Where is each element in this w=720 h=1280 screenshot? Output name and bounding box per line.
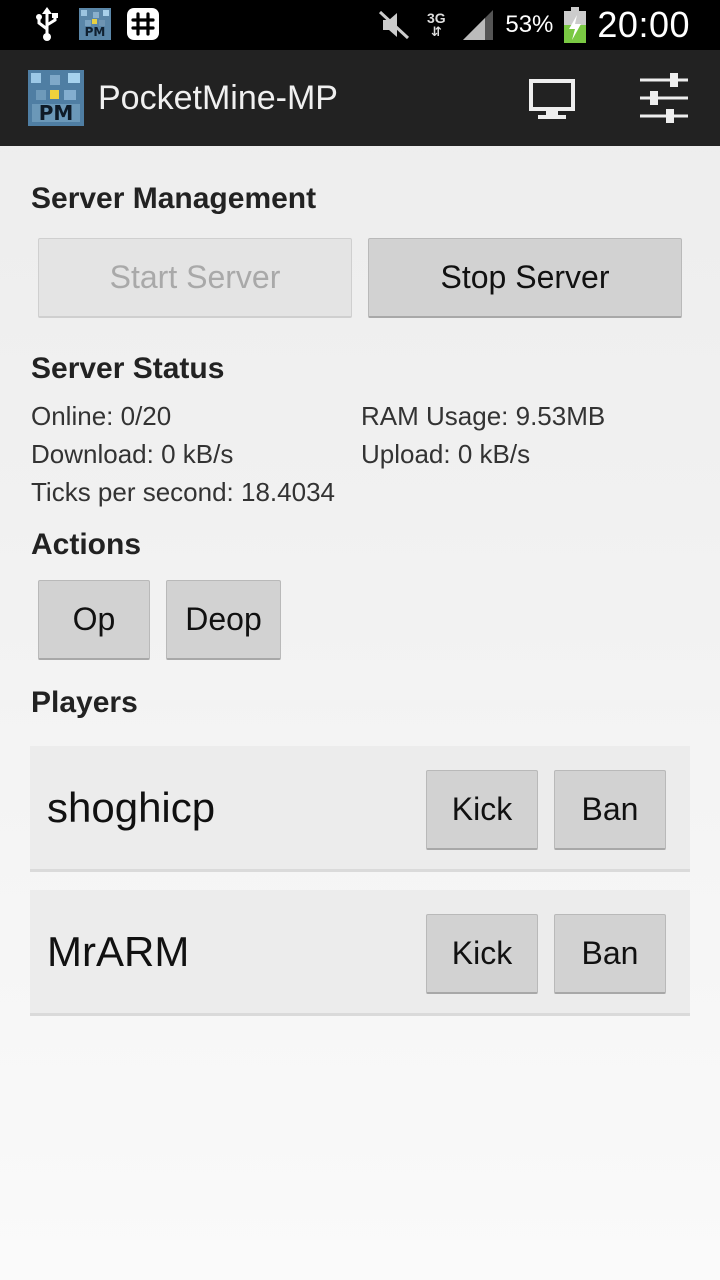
ram-usage: RAM Usage: 9.53MB [361, 401, 606, 431]
monitor-icon[interactable] [526, 78, 578, 122]
server-management-title: Server Management [31, 182, 317, 215]
deop-button[interactable]: Deop [166, 580, 281, 660]
stop-server-button[interactable]: Stop Server [368, 238, 682, 318]
player-row: shoghicp Kick Ban [30, 746, 690, 872]
player-name: shoghicp [47, 784, 216, 831]
player-row: MrARM Kick Ban [30, 890, 690, 1016]
start-server-button[interactable]: Start Server [38, 238, 352, 318]
signal-icon [461, 8, 495, 42]
network-type: 3G ⇵ [427, 10, 446, 39]
svg-text:PM: PM [85, 25, 106, 39]
player-name: MrARM [47, 928, 190, 975]
players-title: Players [31, 686, 138, 719]
action-bar: PM PocketMine-MP [0, 50, 720, 146]
status-bar: PM 3G ⇵ 53% 20:00 [0, 0, 720, 50]
kick-player-button[interactable]: Kick [426, 770, 538, 850]
op-button[interactable]: Op [38, 580, 150, 660]
svg-text:PM: PM [39, 101, 74, 125]
actions-title: Actions [31, 528, 142, 561]
online-count: Online: 0/20 [31, 401, 172, 431]
usb-icon [30, 7, 64, 41]
hash-app-icon [126, 7, 160, 41]
app-logo-icon[interactable]: PM [28, 70, 84, 126]
ticks-per-second: Ticks per second: 18.4034 [31, 477, 335, 507]
clock: 20:00 [597, 4, 690, 45]
mute-vibrate-icon [377, 8, 411, 42]
sliders-icon[interactable] [638, 72, 690, 124]
kick-player-button[interactable]: Kick [426, 914, 538, 994]
server-status-title: Server Status [31, 352, 225, 385]
battery-percent: 53% [505, 11, 554, 38]
pocketmine-notification-icon: PM [78, 7, 112, 41]
ban-player-button[interactable]: Ban [554, 914, 666, 994]
download-rate: Download: 0 kB/s [31, 439, 234, 469]
battery-charging-icon [563, 7, 587, 43]
app-title: PocketMine-MP [98, 79, 338, 117]
upload-rate: Upload: 0 kB/s [361, 439, 531, 469]
ban-player-button[interactable]: Ban [554, 770, 666, 850]
